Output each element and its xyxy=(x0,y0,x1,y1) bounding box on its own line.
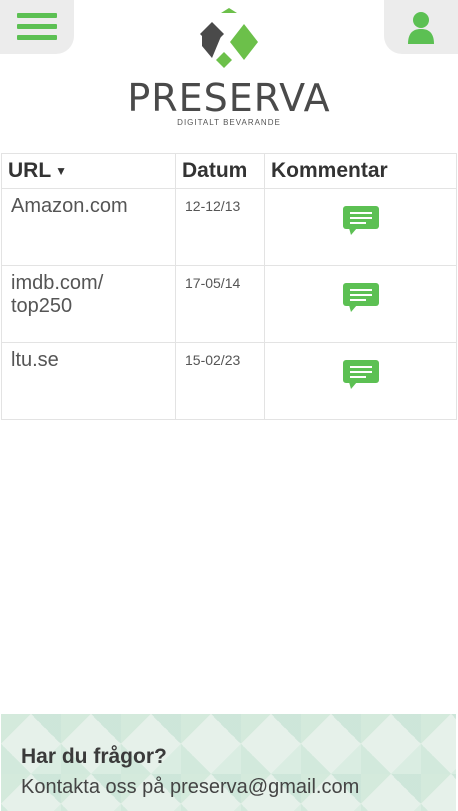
brand-name: PRESERVA xyxy=(127,76,331,120)
comment-button[interactable] xyxy=(342,283,379,318)
brand-logo: PRESERVA DIGITALT BEVARANDE xyxy=(0,8,458,127)
table-header-row: URL ▼ Datum Kommentar xyxy=(1,153,457,189)
url-cell[interactable]: imdb.com/ top250 xyxy=(1,265,176,343)
comment-icon xyxy=(342,283,379,312)
table-row[interactable]: imdb.com/ top250 17-05/14 xyxy=(1,265,457,343)
footer-title: Har du frågor? xyxy=(21,745,167,768)
url-cell[interactable]: Amazon.com xyxy=(1,188,176,266)
comment-cell xyxy=(264,188,457,266)
preserva-logo-mark xyxy=(200,8,258,68)
comment-button[interactable] xyxy=(342,206,379,241)
brand-tagline: DIGITALT BEVARANDE xyxy=(177,118,281,127)
date-cell: 15-02/23 xyxy=(175,342,265,420)
comment-icon xyxy=(342,360,379,389)
comment-cell xyxy=(264,342,457,420)
url-table: URL ▼ Datum Kommentar Amazon.com 12-12/13 xyxy=(1,153,457,420)
column-header-url-label: URL xyxy=(8,159,52,182)
column-header-kommentar[interactable]: Kommentar xyxy=(264,153,457,189)
date-cell: 12-12/13 xyxy=(175,188,265,266)
contact-footer: Har du frågor? Kontakta oss på preserva@… xyxy=(1,714,456,811)
column-header-url[interactable]: URL ▼ xyxy=(1,153,176,189)
column-header-kommentar-label: Kommentar xyxy=(271,159,388,182)
table-row[interactable]: ltu.se 15-02/23 xyxy=(1,342,457,420)
caret-down-icon[interactable]: ▼ xyxy=(55,164,67,178)
table-row[interactable]: Amazon.com 12-12/13 xyxy=(1,188,457,266)
comment-button[interactable] xyxy=(342,360,379,395)
url-cell[interactable]: ltu.se xyxy=(1,342,176,420)
date-cell: 17-05/14 xyxy=(175,265,265,343)
column-header-datum[interactable]: Datum xyxy=(175,153,265,189)
footer-contact-link[interactable]: Kontakta oss på preserva@gmail.com xyxy=(21,776,359,799)
comment-cell xyxy=(264,265,457,343)
comment-icon xyxy=(342,206,379,235)
column-header-datum-label: Datum xyxy=(182,159,248,182)
